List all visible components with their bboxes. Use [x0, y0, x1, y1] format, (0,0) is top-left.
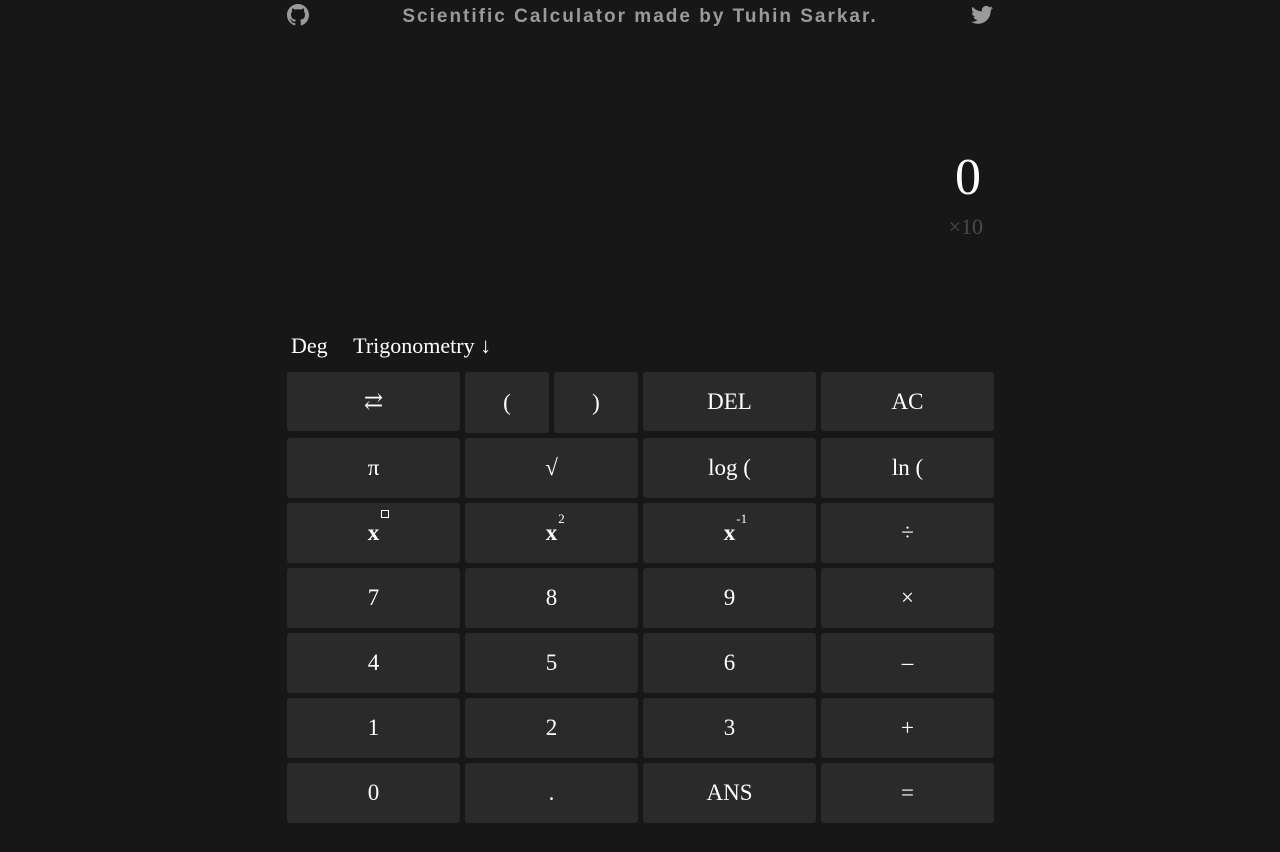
log-button[interactable]: log ( — [643, 438, 816, 498]
divide-button[interactable]: ÷ — [821, 503, 994, 563]
minus-button[interactable]: – — [821, 633, 994, 693]
digit-2-button[interactable]: 2 — [465, 698, 638, 758]
display-exponent: ×10 — [948, 214, 983, 239]
calculator-display: 0 ×10 — [287, 60, 993, 310]
all-clear-button[interactable]: AC — [821, 372, 994, 431]
inverse-exponent: -1 — [736, 511, 748, 526]
digit-8-button[interactable]: 8 — [465, 568, 638, 628]
digit-4-button[interactable]: 4 — [287, 633, 460, 693]
swap-button[interactable]: ⇄ — [287, 372, 460, 431]
header: Scientific Calculator made by Tuhin Sark… — [287, 0, 993, 36]
power-button[interactable]: x — [287, 503, 460, 563]
keypad: ⇄ ( ) DEL AC π √ log ( ln ( x x2 x -1 ÷ 7… — [287, 372, 994, 823]
placeholder-box-icon — [381, 510, 390, 518]
pi-button[interactable]: π — [287, 438, 460, 498]
answer-button[interactable]: ANS — [643, 763, 816, 823]
display-value: 0 — [955, 149, 981, 206]
multiply-button[interactable]: × — [821, 568, 994, 628]
calculator-page: Scientific Calculator made by Tuhin Sark… — [0, 0, 1280, 852]
mode-bar: Deg Trigonometry ↓ — [291, 332, 511, 362]
square-base: x2 — [545, 511, 565, 545]
ln-button[interactable]: ln ( — [821, 438, 994, 498]
power-base: x — [368, 510, 390, 546]
equals-button[interactable]: = — [821, 763, 994, 823]
digit-5-button[interactable]: 5 — [465, 633, 638, 693]
sqrt-button[interactable]: √ — [465, 438, 638, 498]
digit-0-button[interactable]: 0 — [287, 763, 460, 823]
twitter-icon[interactable] — [971, 5, 993, 25]
angle-mode-toggle[interactable]: Deg — [291, 332, 328, 360]
page-title: Scientific Calculator made by Tuhin Sark… — [402, 6, 878, 27]
digit-6-button[interactable]: 6 — [643, 633, 816, 693]
open-paren-button[interactable]: ( — [465, 372, 549, 433]
decimal-button[interactable]: . — [465, 763, 638, 823]
digit-9-button[interactable]: 9 — [643, 568, 816, 628]
close-paren-button[interactable]: ) — [554, 372, 638, 433]
digit-7-button[interactable]: 7 — [287, 568, 460, 628]
inverse-base: x -1 — [723, 511, 748, 545]
delete-button[interactable]: DEL — [643, 372, 816, 431]
digit-1-button[interactable]: 1 — [287, 698, 460, 758]
square-exponent: 2 — [558, 511, 565, 526]
square-button[interactable]: x2 — [465, 503, 638, 563]
digit-3-button[interactable]: 3 — [643, 698, 816, 758]
inverse-button[interactable]: x -1 — [643, 503, 816, 563]
paren-pair: ( ) — [465, 372, 638, 433]
plus-button[interactable]: + — [821, 698, 994, 758]
trigonometry-menu[interactable]: Trigonometry ↓ — [353, 332, 491, 360]
